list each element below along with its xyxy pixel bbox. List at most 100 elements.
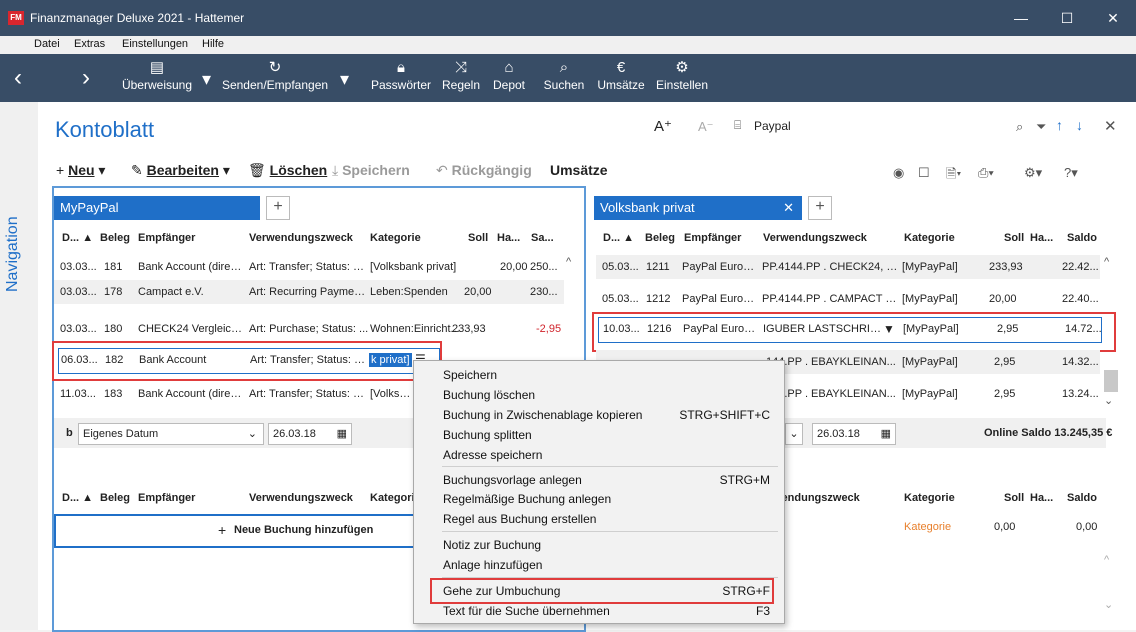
r-bottom-col-header-haben[interactable]: Ha... (1030, 492, 1053, 504)
menu-item-buchung-splitten[interactable]: Buchung splitten (443, 428, 532, 442)
arrow-down-icon[interactable]: ↓ (1076, 117, 1083, 133)
depot-button[interactable]: ⌂ Depot (486, 54, 532, 102)
col-header-verwendungszweck[interactable]: Verwendungszweck (249, 232, 353, 244)
right-scroll-up-icon[interactable]: ^ (1104, 256, 1109, 268)
menu-item-buchung-loeschen[interactable]: Buchung löschen (443, 388, 535, 402)
loeschen-button[interactable]: 🗑︎ Löschen (248, 162, 327, 179)
menu-item-adresse-speichern[interactable]: Adresse speichern (443, 448, 542, 462)
search-icon-right[interactable]: ⌕ (1016, 119, 1023, 135)
close-search-icon[interactable]: ✕ (1104, 117, 1117, 135)
eye-icon[interactable]: ◉ (893, 165, 904, 181)
close-tab-icon[interactable]: ✕ (783, 196, 794, 220)
bottom-col-header-verwendungszweck[interactable]: Verwendungszweck (249, 492, 353, 504)
r-col-header-datum[interactable]: D... ▲ (603, 232, 634, 244)
col-header-datum[interactable]: D... ▲ (62, 232, 93, 244)
menu-item-speichern[interactable]: Speichern (443, 368, 497, 382)
export-icon[interactable]: 🗎︎▾ (946, 165, 961, 187)
forward-arrow-icon[interactable]: › (82, 64, 90, 92)
col-header-empfaenger[interactable]: Empfänger (138, 232, 195, 244)
bottom-col-header-empfaenger[interactable]: Empfänger (138, 492, 195, 504)
menu-item-anlage[interactable]: Anlage hinzufügen (443, 558, 542, 572)
new-row-soll[interactable]: 0,00 (994, 521, 1015, 533)
maximize-button[interactable]: ☐ (1044, 0, 1090, 36)
new-booking-button[interactable]: + Neue Buchung hinzufügen (54, 514, 418, 548)
rueckgaengig-button[interactable]: ↶ Rückgängig (436, 162, 532, 179)
table-row[interactable]: 11.03... 183 Bank Account (direct... Art… (54, 382, 414, 406)
r-col-header-kategorie[interactable]: Kategorie (904, 232, 955, 244)
add-tab-right-button[interactable]: + (808, 196, 832, 220)
r-col-header-verwendungszweck[interactable]: Verwendungszweck (763, 232, 867, 244)
table-row[interactable]: 03.03... 178 Campact e.V. Art: Recurring… (54, 280, 564, 304)
navigation-label[interactable]: Navigation (4, 216, 22, 292)
right-bottom-scroll-up-icon[interactable]: ^ (1104, 554, 1109, 566)
col-header-haben[interactable]: Ha... (497, 232, 520, 244)
menu-item-regelmaessige-buchung[interactable]: Regelmäßige Buchung anlegen (443, 492, 611, 506)
r-col-header-saldo[interactable]: Saldo (1067, 232, 1097, 244)
table-row[interactable]: 03.03... 180 CHECK24 Vergleichs... Art: … (54, 319, 564, 343)
bottom-col-header-kategorie[interactable]: Kategori (370, 492, 415, 504)
bottom-col-header-datum[interactable]: D... ▲ (62, 492, 93, 504)
right-scrollbar-thumb[interactable] (1104, 370, 1118, 392)
r-bottom-col-header-verwendungszweck[interactable]: wendungszweck (773, 492, 860, 504)
right-date-mode-dropdown[interactable]: ⌄ (785, 423, 803, 445)
einstellen-button[interactable]: ⚙ Einstellen (654, 54, 710, 102)
menu-datei[interactable]: Datei (34, 38, 60, 50)
senden-dropdown-icon[interactable]: ▾ (340, 69, 349, 90)
menu-item-text-suche[interactable]: Text für die Suche übernehmen (443, 604, 610, 618)
tab-volksbank-privat[interactable]: Volksbank privat ✕ (594, 196, 802, 220)
col-header-beleg[interactable]: Beleg (100, 232, 130, 244)
regeln-button[interactable]: ⤨ Regeln (438, 54, 484, 102)
date-input-left[interactable]: 26.03.18 ▦ (268, 423, 352, 445)
r-col-header-haben[interactable]: Ha... (1030, 232, 1053, 244)
bottom-col-header-beleg[interactable]: Beleg (100, 492, 130, 504)
date-input-right[interactable]: 26.03.18 ▦ (812, 423, 896, 445)
close-button[interactable]: ✕ (1090, 0, 1136, 36)
menu-einstellungen[interactable]: Einstellungen (122, 38, 188, 50)
square-icon[interactable]: ☐ (918, 165, 930, 181)
suchen-button[interactable]: ⌕ Suchen (536, 54, 592, 102)
new-row-kategorie[interactable]: Kategorie (904, 521, 951, 533)
menu-item-regel-erstellen[interactable]: Regel aus Buchung erstellen (443, 512, 596, 526)
neu-button[interactable]: + Neu ▾ (56, 162, 105, 179)
search-input[interactable]: Paypal (754, 119, 791, 133)
left-scroll-up-icon[interactable]: ^ (566, 256, 571, 268)
font-decrease-icon[interactable]: A⁻ (698, 119, 714, 135)
r-col-header-empfaenger[interactable]: Empfänger (684, 232, 741, 244)
menu-item-buchungsvorlage[interactable]: Buchungsvorlage anlegen (443, 473, 582, 487)
menu-extras[interactable]: Extras (74, 38, 105, 50)
speichern-button[interactable]: ⤓ Speichern (332, 162, 410, 179)
senden-empfangen-button[interactable]: ↻ Senden/Empfangen (216, 54, 334, 102)
r-bottom-col-header-kategorie[interactable]: Kategorie (904, 492, 955, 504)
new-row-saldo[interactable]: 0,00 (1076, 521, 1097, 533)
table-row[interactable]: 05.03... 1212 PayPal Europe... PP.4144.P… (596, 287, 1100, 311)
search-box[interactable]: ⌸ Paypal (734, 115, 996, 137)
table-row[interactable]: 05.03... 1211 PayPal Europe... PP.4144.P… (596, 255, 1100, 279)
passwoerter-button[interactable]: 🔒︎ Passwörter (366, 54, 436, 102)
bearbeiten-button[interactable]: ✎ Bearbeiten ▾ (131, 162, 230, 179)
menu-item-notiz[interactable]: Notiz zur Buchung (443, 538, 541, 552)
help-icon[interactable]: ?▾ (1064, 165, 1078, 181)
r-col-header-soll[interactable]: Soll (1004, 232, 1024, 244)
back-arrow-icon[interactable]: ‹ (14, 64, 22, 92)
col-header-soll[interactable]: Soll (468, 232, 488, 244)
settings-icon[interactable]: ⚙▾ (1024, 165, 1042, 181)
add-tab-left-button[interactable]: + (266, 196, 290, 220)
ueberweisung-button[interactable]: ▤ Überweisung (114, 54, 200, 102)
right-scroll-down-icon[interactable]: ⌄ (1104, 394, 1113, 407)
umsaetze-button[interactable]: € Umsätze (592, 54, 650, 102)
right-bottom-scroll-down-icon[interactable]: ⌄ (1104, 598, 1113, 611)
arrow-up-icon[interactable]: ↑ (1056, 117, 1063, 133)
r-bottom-col-header-saldo[interactable]: Saldo (1067, 492, 1097, 504)
font-increase-icon[interactable]: A⁺ (654, 117, 672, 135)
print-icon[interactable]: ⎙▾ (978, 165, 994, 181)
r-bottom-col-header-soll[interactable]: Soll (1004, 492, 1024, 504)
minimize-button[interactable]: — (998, 0, 1044, 36)
menu-hilfe[interactable]: Hilfe (202, 38, 224, 50)
r-col-header-beleg[interactable]: Beleg (645, 232, 675, 244)
filter-icon[interactable]: ⏷ (1036, 119, 1046, 135)
col-header-saldo[interactable]: Sa... (531, 232, 554, 244)
umsaetze-action-button[interactable]: Umsätze (550, 162, 608, 178)
menu-item-zwischenablage[interactable]: Buchung in Zwischenablage kopieren (443, 408, 642, 422)
table-row[interactable]: 03.03... 181 Bank Account (direct... Art… (54, 255, 564, 279)
navigation-strip[interactable]: Navigation (0, 102, 39, 630)
